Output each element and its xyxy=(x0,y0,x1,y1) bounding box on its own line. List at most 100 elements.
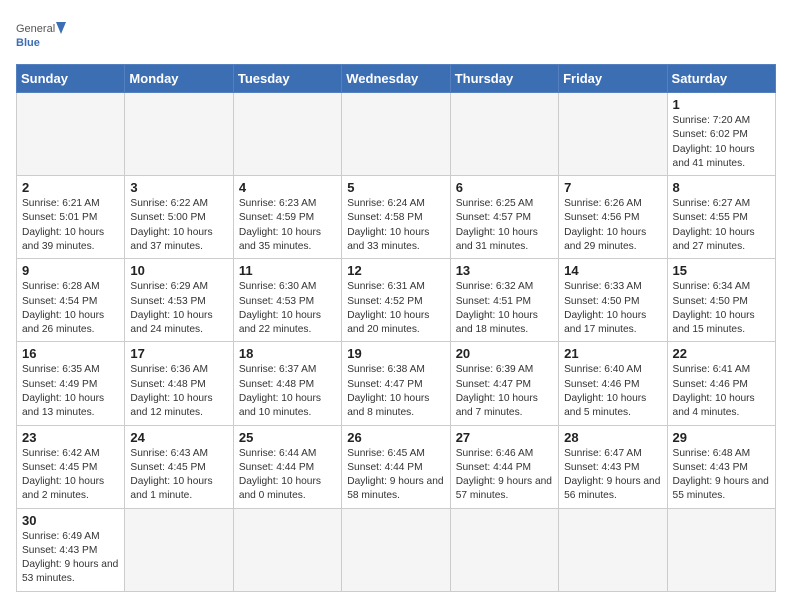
day-info: Sunrise: 6:46 AM Sunset: 4:44 PM Dayligh… xyxy=(456,447,553,504)
day-number: 24 xyxy=(130,430,227,445)
day-info: Sunrise: 6:32 AM Sunset: 4:51 PM Dayligh… xyxy=(456,280,553,337)
day-number: 1 xyxy=(673,97,770,112)
weekday-header-monday: Monday xyxy=(125,65,233,93)
calendar-cell: 15 Sunrise: 6:34 AM Sunset: 4:50 PM Dayli… xyxy=(667,259,775,342)
calendar-cell: 3 Sunrise: 6:22 AM Sunset: 5:00 PM Daylig… xyxy=(125,176,233,259)
day-number: 8 xyxy=(673,180,770,195)
day-number: 6 xyxy=(456,180,553,195)
day-info: Sunrise: 6:31 AM Sunset: 4:52 PM Dayligh… xyxy=(347,280,444,337)
day-number: 23 xyxy=(22,430,119,445)
calendar-cell: 14 Sunrise: 6:33 AM Sunset: 4:50 PM Dayli… xyxy=(559,259,667,342)
day-number: 16 xyxy=(22,346,119,361)
weekday-header-wednesday: Wednesday xyxy=(342,65,450,93)
calendar-cell xyxy=(450,93,558,176)
calendar-cell xyxy=(125,93,233,176)
day-info: Sunrise: 6:38 AM Sunset: 4:47 PM Dayligh… xyxy=(347,363,444,420)
weekday-header-saturday: Saturday xyxy=(667,65,775,93)
day-number: 14 xyxy=(564,263,661,278)
calendar-row-3: 16 Sunrise: 6:35 AM Sunset: 4:49 PM Dayli… xyxy=(17,342,776,425)
day-number: 4 xyxy=(239,180,336,195)
day-info: Sunrise: 6:39 AM Sunset: 4:47 PM Dayligh… xyxy=(456,363,553,420)
calendar-cell: 22 Sunrise: 6:41 AM Sunset: 4:46 PM Dayli… xyxy=(667,342,775,425)
calendar-cell: 29 Sunrise: 6:48 AM Sunset: 4:43 PM Dayli… xyxy=(667,425,775,508)
day-info: Sunrise: 6:37 AM Sunset: 4:48 PM Dayligh… xyxy=(239,363,336,420)
day-info: Sunrise: 6:25 AM Sunset: 4:57 PM Dayligh… xyxy=(456,197,553,254)
day-info: Sunrise: 6:49 AM Sunset: 4:43 PM Dayligh… xyxy=(22,530,119,587)
day-info: Sunrise: 6:42 AM Sunset: 4:45 PM Dayligh… xyxy=(22,447,119,504)
day-info: Sunrise: 6:41 AM Sunset: 4:46 PM Dayligh… xyxy=(673,363,770,420)
calendar-cell: 25 Sunrise: 6:44 AM Sunset: 4:44 PM Dayli… xyxy=(233,425,341,508)
weekday-header-tuesday: Tuesday xyxy=(233,65,341,93)
day-number: 22 xyxy=(673,346,770,361)
calendar-cell: 5Sunrise: 6:24 AM Sunset: 4:58 PM Daylig… xyxy=(342,176,450,259)
weekday-header-row: SundayMondayTuesdayWednesdayThursdayFrid… xyxy=(17,65,776,93)
day-info: Sunrise: 6:26 AM Sunset: 4:56 PM Dayligh… xyxy=(564,197,661,254)
calendar-cell: 9 Sunrise: 6:28 AM Sunset: 4:54 PM Daylig… xyxy=(17,259,125,342)
weekday-header-sunday: Sunday xyxy=(17,65,125,93)
day-info: Sunrise: 6:44 AM Sunset: 4:44 PM Dayligh… xyxy=(239,447,336,504)
calendar-cell: 21 Sunrise: 6:40 AM Sunset: 4:46 PM Dayli… xyxy=(559,342,667,425)
day-number: 2 xyxy=(22,180,119,195)
day-number: 5 xyxy=(347,180,444,195)
calendar-cell: 17Sunrise: 6:36 AM Sunset: 4:48 PM Dayli… xyxy=(125,342,233,425)
calendar-cell: 28Sunrise: 6:47 AM Sunset: 4:43 PM Dayli… xyxy=(559,425,667,508)
calendar-cell: 8 Sunrise: 6:27 AM Sunset: 4:55 PM Daylig… xyxy=(667,176,775,259)
day-number: 18 xyxy=(239,346,336,361)
calendar-cell: 10Sunrise: 6:29 AM Sunset: 4:53 PM Dayli… xyxy=(125,259,233,342)
calendar-cell: 2 Sunrise: 6:21 AM Sunset: 5:01 PM Daylig… xyxy=(17,176,125,259)
day-info: Sunrise: 6:22 AM Sunset: 5:00 PM Dayligh… xyxy=(130,197,227,254)
calendar-cell xyxy=(17,93,125,176)
calendar-cell: 16 Sunrise: 6:35 AM Sunset: 4:49 PM Dayli… xyxy=(17,342,125,425)
calendar-cell xyxy=(125,508,233,591)
day-number: 28 xyxy=(564,430,661,445)
logo-svg: General Blue xyxy=(16,16,66,56)
calendar-cell: 4Sunrise: 6:23 AM Sunset: 4:59 PM Daylig… xyxy=(233,176,341,259)
calendar-cell: 6 Sunrise: 6:25 AM Sunset: 4:57 PM Daylig… xyxy=(450,176,558,259)
day-info: Sunrise: 6:48 AM Sunset: 4:43 PM Dayligh… xyxy=(673,447,770,504)
day-number: 19 xyxy=(347,346,444,361)
day-info: Sunrise: 6:21 AM Sunset: 5:01 PM Dayligh… xyxy=(22,197,119,254)
day-info: Sunrise: 6:28 AM Sunset: 4:54 PM Dayligh… xyxy=(22,280,119,337)
day-number: 11 xyxy=(239,263,336,278)
logo: General Blue xyxy=(16,16,66,56)
calendar-cell xyxy=(342,93,450,176)
calendar-cell: 26Sunrise: 6:45 AM Sunset: 4:44 PM Dayli… xyxy=(342,425,450,508)
calendar-row-0: 1Sunrise: 7:20 AM Sunset: 6:02 PM Daylig… xyxy=(17,93,776,176)
day-number: 9 xyxy=(22,263,119,278)
day-info: Sunrise: 6:45 AM Sunset: 4:44 PM Dayligh… xyxy=(347,447,444,504)
calendar-cell: 18 Sunrise: 6:37 AM Sunset: 4:48 PM Dayli… xyxy=(233,342,341,425)
calendar-cell: 27Sunrise: 6:46 AM Sunset: 4:44 PM Dayli… xyxy=(450,425,558,508)
weekday-header-friday: Friday xyxy=(559,65,667,93)
day-info: Sunrise: 6:43 AM Sunset: 4:45 PM Dayligh… xyxy=(130,447,227,504)
svg-text:General: General xyxy=(16,23,55,35)
day-info: Sunrise: 6:40 AM Sunset: 4:46 PM Dayligh… xyxy=(564,363,661,420)
day-number: 20 xyxy=(456,346,553,361)
day-number: 13 xyxy=(456,263,553,278)
calendar-cell xyxy=(450,508,558,591)
day-number: 30 xyxy=(22,513,119,528)
day-info: Sunrise: 6:36 AM Sunset: 4:48 PM Dayligh… xyxy=(130,363,227,420)
day-number: 3 xyxy=(130,180,227,195)
svg-text:Blue: Blue xyxy=(16,37,40,49)
day-number: 12 xyxy=(347,263,444,278)
day-info: Sunrise: 6:33 AM Sunset: 4:50 PM Dayligh… xyxy=(564,280,661,337)
day-info: Sunrise: 6:34 AM Sunset: 4:50 PM Dayligh… xyxy=(673,280,770,337)
day-info: Sunrise: 6:27 AM Sunset: 4:55 PM Dayligh… xyxy=(673,197,770,254)
day-info: Sunrise: 6:35 AM Sunset: 4:49 PM Dayligh… xyxy=(22,363,119,420)
calendar-row-5: 30 Sunrise: 6:49 AM Sunset: 4:43 PM Dayli… xyxy=(17,508,776,591)
calendar-table: SundayMondayTuesdayWednesdayThursdayFrid… xyxy=(16,64,776,592)
calendar-cell: 11 Sunrise: 6:30 AM Sunset: 4:53 PM Dayli… xyxy=(233,259,341,342)
calendar-cell xyxy=(559,508,667,591)
calendar-row-2: 9 Sunrise: 6:28 AM Sunset: 4:54 PM Daylig… xyxy=(17,259,776,342)
calendar-cell: 7 Sunrise: 6:26 AM Sunset: 4:56 PM Daylig… xyxy=(559,176,667,259)
day-number: 25 xyxy=(239,430,336,445)
day-number: 29 xyxy=(673,430,770,445)
day-number: 15 xyxy=(673,263,770,278)
calendar-cell: 20 Sunrise: 6:39 AM Sunset: 4:47 PM Dayli… xyxy=(450,342,558,425)
day-number: 21 xyxy=(564,346,661,361)
calendar-cell xyxy=(342,508,450,591)
day-number: 7 xyxy=(564,180,661,195)
page-header: General Blue xyxy=(16,16,776,56)
day-info: Sunrise: 6:30 AM Sunset: 4:53 PM Dayligh… xyxy=(239,280,336,337)
calendar-cell: 23 Sunrise: 6:42 AM Sunset: 4:45 PM Dayli… xyxy=(17,425,125,508)
